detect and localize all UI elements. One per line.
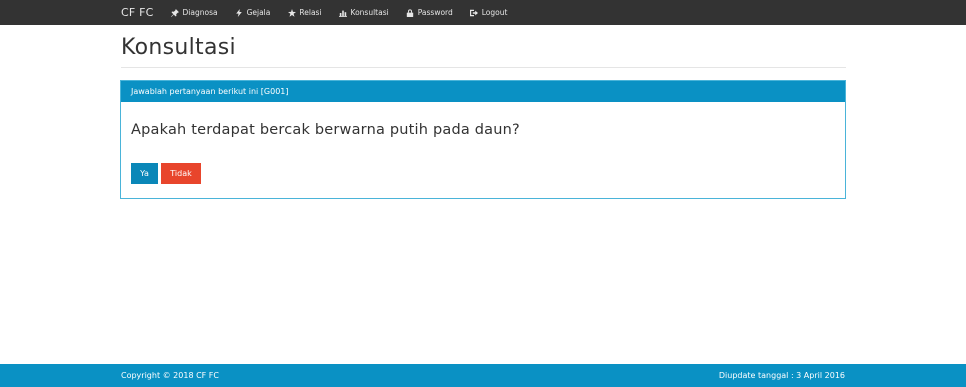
top-navbar: CF FC Diagnosa Gejala Relasi Konsultasi [0,0,966,25]
nav-item-konsultasi[interactable]: Konsultasi [339,8,389,17]
nav-item-diagnosa[interactable]: Diagnosa [171,8,218,17]
logout-icon [470,8,479,17]
question-text: Apakah terdapat bercak berwarna putih pa… [131,122,520,138]
question-panel: Jawablah pertanyaan berikut ini [G001] A… [120,80,846,199]
nav-item-label: Password [417,8,453,17]
title-divider [121,67,846,68]
stats-icon [339,8,348,17]
nav-item-logout[interactable]: Logout [470,8,508,17]
nav-item-label: Logout [481,8,508,17]
yes-button[interactable]: Ya [131,163,158,184]
page-title: Konsultasi [121,35,236,60]
star-icon [287,8,296,17]
nav-item-label: Diagnosa [182,8,218,17]
brand-link[interactable]: CF FC [121,6,154,19]
nav-item-label: Konsultasi [350,8,389,17]
panel-heading: Jawablah pertanyaan berikut ini [G001] [121,81,845,102]
nav-item-label: Gejala [246,8,271,17]
nav-container: CF FC Diagnosa Gejala Relasi Konsultasi [121,0,524,25]
footer-updated-date: Diupdate tanggal : 3 April 2016 [718,371,845,380]
nav-item-password[interactable]: Password [406,8,453,17]
nav-item-label: Relasi [299,8,322,17]
nav-item-relasi[interactable]: Relasi [287,8,322,17]
footer-copyright: Copyright © 2018 CF FC [121,371,219,380]
footer: Copyright © 2018 CF FC Diupdate tanggal … [0,364,966,387]
pushpin-icon [171,8,180,17]
no-button[interactable]: Tidak [161,163,201,184]
flash-icon [235,8,244,17]
nav-item-gejala[interactable]: Gejala [235,8,271,17]
lock-icon [406,8,415,17]
